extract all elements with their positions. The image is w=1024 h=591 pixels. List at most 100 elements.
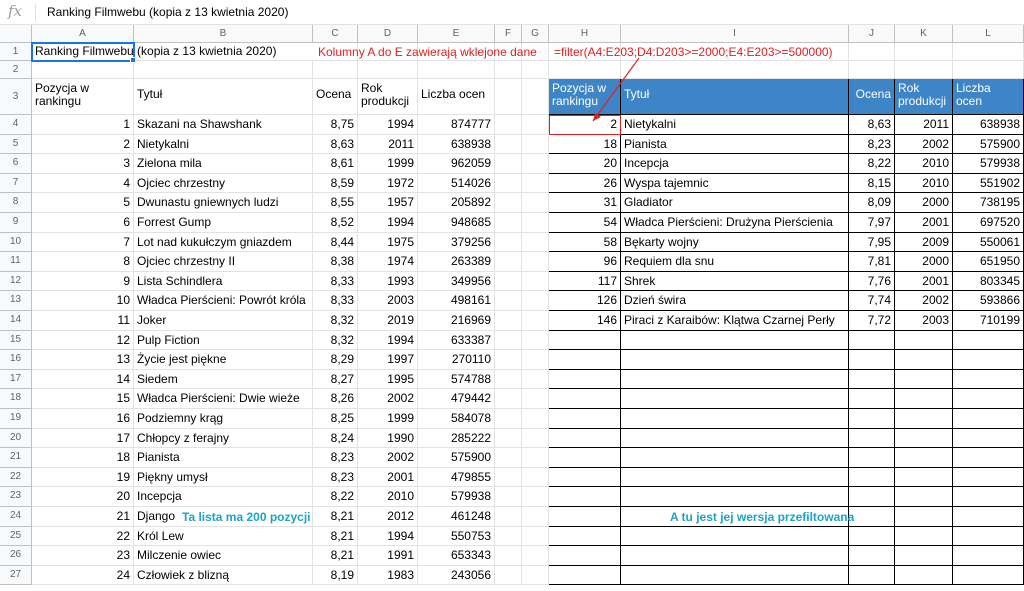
left-rank-cell[interactable]: 6 xyxy=(32,213,134,233)
right-year-cell[interactable] xyxy=(895,389,953,409)
grid-cell[interactable] xyxy=(495,389,522,409)
grid-cell[interactable] xyxy=(495,369,522,390)
row-header-11[interactable]: 11 xyxy=(0,252,32,272)
right-count-cell[interactable] xyxy=(953,389,1024,409)
left-score-cell[interactable]: 8,21 xyxy=(313,507,358,527)
right-title-cell[interactable]: Piraci z Karaibów: Klątwa Czarnej Perły xyxy=(621,311,849,331)
right-rank-cell[interactable] xyxy=(549,526,621,547)
row-header-4[interactable]: 4 xyxy=(0,115,32,135)
grid-cell[interactable] xyxy=(522,134,549,155)
left-score-cell[interactable]: 8,21 xyxy=(313,526,358,547)
right-count-cell[interactable]: 697520 xyxy=(953,213,1024,233)
right-year-cell[interactable] xyxy=(895,507,953,527)
grid-cell[interactable] xyxy=(522,448,549,468)
right-year-cell[interactable]: 2002 xyxy=(895,134,953,155)
grid-cell[interactable] xyxy=(495,193,522,213)
formula-bar[interactable]: fx Ranking Filmwebu (kopia z 13 kwietnia… xyxy=(0,0,1024,25)
right-score-cell[interactable]: 8,63 xyxy=(849,115,895,135)
left-year-cell[interactable]: 1975 xyxy=(358,232,418,253)
column-header-h[interactable]: H xyxy=(549,25,621,43)
left-year-cell[interactable]: 1994 xyxy=(358,526,418,547)
left-rank-cell[interactable]: 13 xyxy=(32,350,134,370)
row-header-24[interactable]: 24 xyxy=(0,507,32,527)
right-year-cell[interactable] xyxy=(895,369,953,390)
row-header-12[interactable]: 12 xyxy=(0,271,32,292)
grid-cell[interactable] xyxy=(495,291,522,311)
left-rank-cell[interactable]: 17 xyxy=(32,428,134,449)
left-count-cell[interactable]: 498161 xyxy=(418,291,495,311)
left-title-cell[interactable]: Dwunastu gniewnych ludzi xyxy=(134,193,313,213)
right-year-cell[interactable] xyxy=(895,448,953,468)
left-score-cell[interactable]: 8,26 xyxy=(313,389,358,409)
right-year-cell[interactable] xyxy=(895,546,953,566)
right-count-cell[interactable] xyxy=(953,350,1024,370)
left-rank-cell[interactable]: 19 xyxy=(32,467,134,488)
row-header-18[interactable]: 18 xyxy=(0,389,32,409)
grid-cell[interactable] xyxy=(953,43,1024,61)
left-year-cell[interactable]: 1997 xyxy=(358,350,418,370)
right-title-cell[interactable] xyxy=(621,526,849,547)
column-header-e[interactable]: E xyxy=(418,25,495,43)
right-score-cell[interactable] xyxy=(849,409,895,429)
grid-cell[interactable] xyxy=(849,43,895,61)
right-year-cell[interactable] xyxy=(895,487,953,507)
left-rank-cell[interactable]: 21 xyxy=(32,507,134,527)
row-header-17[interactable]: 17 xyxy=(0,369,32,390)
right-count-cell[interactable] xyxy=(953,428,1024,449)
left-score-cell[interactable]: 8,59 xyxy=(313,173,358,194)
grid-cell[interactable] xyxy=(495,507,522,527)
right-count-cell[interactable] xyxy=(953,330,1024,351)
left-score-cell[interactable]: 8,38 xyxy=(313,252,358,272)
left-count-cell[interactable]: 653343 xyxy=(418,546,495,566)
grid-cell[interactable] xyxy=(522,369,549,390)
column-header-g[interactable]: G xyxy=(522,25,549,43)
right-year-cell[interactable] xyxy=(895,565,953,586)
left-count-cell[interactable]: 349956 xyxy=(418,271,495,292)
left-year-cell[interactable]: 1957 xyxy=(358,193,418,213)
right-header-title[interactable]: Tytuł xyxy=(621,79,849,115)
left-rank-cell[interactable]: 24 xyxy=(32,565,134,586)
right-score-cell[interactable]: 7,97 xyxy=(849,213,895,233)
left-score-cell[interactable]: 8,27 xyxy=(313,369,358,390)
right-title-cell[interactable] xyxy=(621,369,849,390)
right-year-cell[interactable] xyxy=(895,467,953,488)
row-header-1[interactable]: 1 xyxy=(0,43,32,61)
right-score-cell[interactable] xyxy=(849,350,895,370)
left-title-cell[interactable]: Władca Pierścieni: Powrót króla xyxy=(134,291,313,311)
right-count-cell[interactable] xyxy=(953,526,1024,547)
left-title-cell[interactable]: Człowiek z blizną xyxy=(134,565,313,586)
left-score-cell[interactable]: 8,32 xyxy=(313,330,358,351)
left-score-cell[interactable]: 8,32 xyxy=(313,311,358,331)
right-title-cell[interactable] xyxy=(621,565,849,586)
right-year-cell[interactable]: 2010 xyxy=(895,173,953,194)
left-title-cell[interactable]: Piękny umysł xyxy=(134,467,313,488)
left-count-cell[interactable]: 874777 xyxy=(418,115,495,135)
grid-cell[interactable] xyxy=(522,271,549,292)
grid-cell[interactable] xyxy=(358,61,418,79)
left-year-cell[interactable]: 1991 xyxy=(358,546,418,566)
right-count-cell[interactable]: 579938 xyxy=(953,154,1024,174)
right-year-cell[interactable]: 2001 xyxy=(895,213,953,233)
left-score-cell[interactable]: 8,23 xyxy=(313,467,358,488)
header-count[interactable]: Liczba ocen xyxy=(418,79,495,115)
left-title-cell[interactable]: Pianista xyxy=(134,448,313,468)
header-score[interactable]: Ocena xyxy=(313,79,358,115)
right-score-cell[interactable] xyxy=(849,507,895,527)
right-count-cell[interactable]: 593866 xyxy=(953,291,1024,311)
row-header-10[interactable]: 10 xyxy=(0,232,32,253)
right-header-year[interactable]: Rok produkcji xyxy=(895,79,953,115)
left-year-cell[interactable]: 1995 xyxy=(358,369,418,390)
right-count-cell[interactable]: 550061 xyxy=(953,232,1024,253)
right-title-cell[interactable]: Pianista xyxy=(621,134,849,155)
left-title-cell[interactable]: Nietykalni xyxy=(134,134,313,155)
right-title-cell[interactable] xyxy=(621,428,849,449)
left-score-cell[interactable]: 8,33 xyxy=(313,291,358,311)
right-score-cell[interactable]: 7,81 xyxy=(849,252,895,272)
left-count-cell[interactable]: 550753 xyxy=(418,526,495,547)
left-score-cell[interactable]: 8,44 xyxy=(313,232,358,253)
row-header-23[interactable]: 23 xyxy=(0,487,32,507)
left-count-cell[interactable]: 638938 xyxy=(418,134,495,155)
left-rank-cell[interactable]: 4 xyxy=(32,173,134,194)
column-header-l[interactable]: L xyxy=(953,25,1024,43)
right-title-cell[interactable] xyxy=(621,409,849,429)
